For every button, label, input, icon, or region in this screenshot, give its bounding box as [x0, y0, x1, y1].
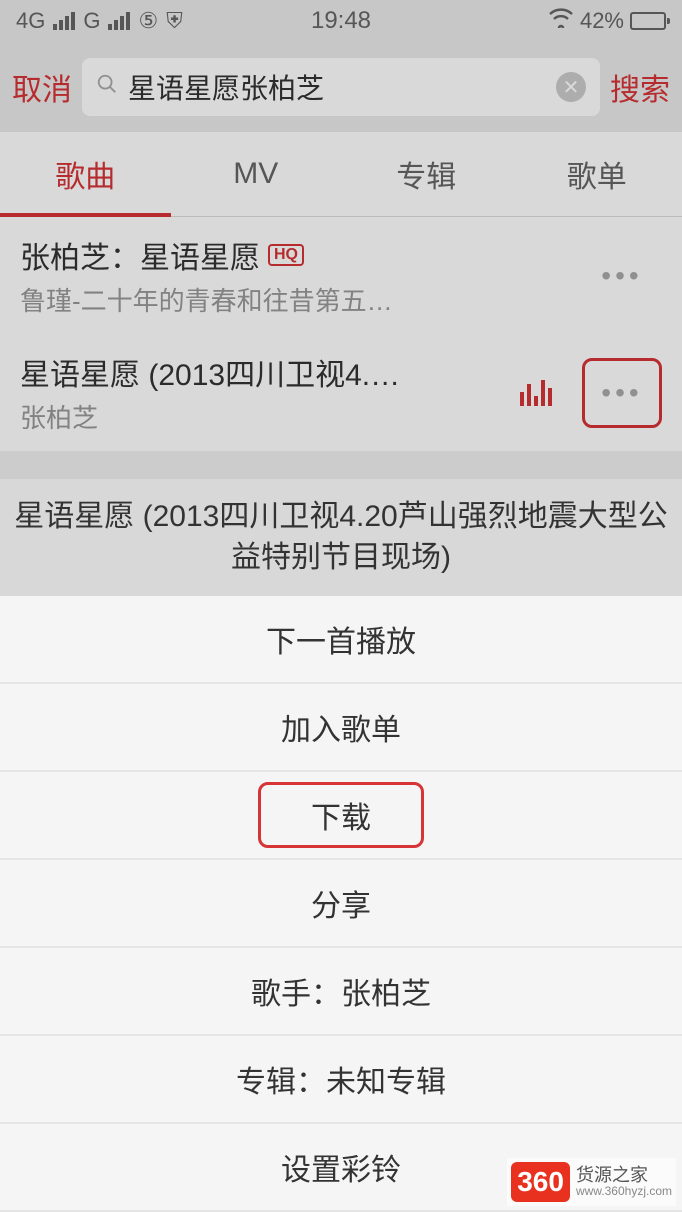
sheet-add-playlist[interactable]: 加入歌单 — [0, 684, 682, 772]
watermark-text: 货源之家 — [576, 1166, 672, 1186]
sheet-title: 星语星愿 (2013四川卫视4.20芦山强烈地震大型公益特别节目现场) — [0, 479, 682, 596]
sheet-album[interactable]: 专辑：未知专辑 — [0, 1036, 682, 1124]
sheet-artist[interactable]: 歌手：张柏芝 — [0, 948, 682, 1036]
sheet-download[interactable]: 下载 — [0, 772, 682, 860]
sheet-share[interactable]: 分享 — [0, 860, 682, 948]
watermark: 360 货源之家 www.360hyzj.com — [507, 1158, 676, 1206]
watermark-badge: 360 — [511, 1162, 570, 1202]
sheet-play-next[interactable]: 下一首播放 — [0, 596, 682, 684]
watermark-url: www.360hyzj.com — [576, 1185, 672, 1198]
action-sheet: 星语星愿 (2013四川卫视4.20芦山强烈地震大型公益特别节目现场) 下一首播… — [0, 479, 682, 1212]
